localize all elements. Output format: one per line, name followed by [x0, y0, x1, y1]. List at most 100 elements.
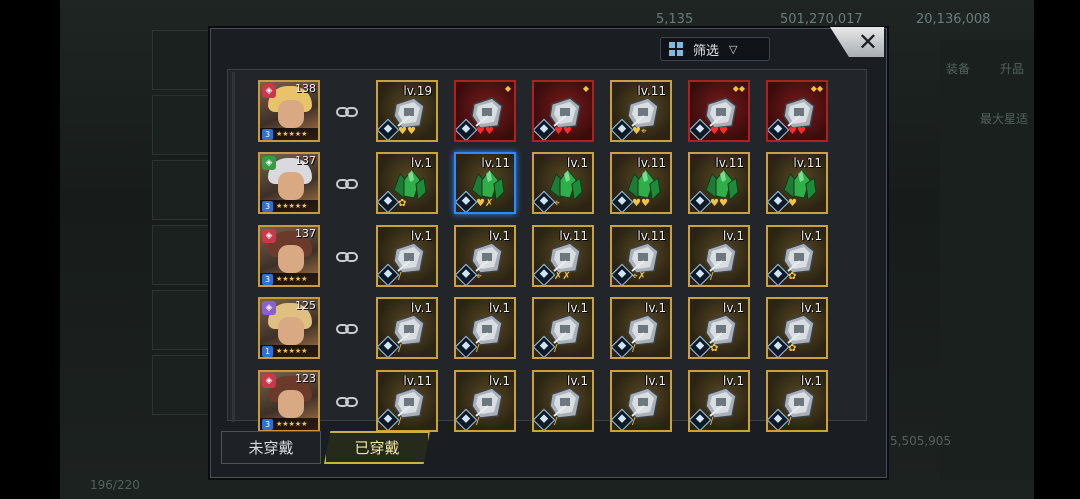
set-bonus-icons: / [710, 416, 714, 427]
equipment-slot[interactable]: lv.11 ⌖✗ [610, 225, 672, 287]
set-bonus-icons: ✿ [710, 343, 719, 354]
slot-type-mark [617, 124, 627, 133]
equipment-slot[interactable]: lv.1 / [766, 370, 828, 432]
slot-level: lv.1 [411, 301, 432, 315]
slot-level: lv.19 [403, 84, 432, 98]
slot-level: lv.11 [637, 156, 666, 170]
hero-level: 125 [295, 299, 316, 312]
set-bonus-icons: ⌖ [554, 198, 560, 209]
chain-link-icon[interactable] [336, 249, 358, 263]
close-icon: ✕ [857, 28, 878, 56]
equipment-slot[interactable]: lv.1 / [454, 370, 516, 432]
hero-stars-bar: 3 ★★★★★ [260, 128, 318, 140]
set-bonus-icons: / [398, 343, 402, 354]
scrollbar[interactable] [232, 72, 235, 422]
slot-type-mark [773, 341, 783, 350]
equipment-slot[interactable]: lv.1 ✿ [688, 297, 750, 359]
hero-stars-bar: 1 ★★★★★ [260, 345, 318, 357]
equipment-slot[interactable]: lv.1 / [376, 225, 438, 287]
slot-level: lv.1 [489, 229, 510, 243]
equipment-slot[interactable]: lv.11 ♥✗ [454, 152, 516, 214]
slot-type-mark [695, 341, 705, 350]
equipment-row: ◈ 125 1 ★★★★★ lv.1 / lv.1 / lv.1 / lv.1 / lv.1 ✿ lv.1 ✿ [258, 297, 838, 361]
hero-rank-badge: 1 [262, 345, 273, 357]
background-resource-2: 501,270,017 [780, 12, 863, 27]
armor-item-icon [393, 387, 425, 419]
equipment-slot[interactable]: lv.1 ⌖ [454, 225, 516, 287]
hero-face [278, 390, 304, 418]
hero-portrait[interactable]: ◈ 137 3 ★★★★★ [258, 152, 320, 214]
equipment-slot[interactable]: lv.1 / [376, 297, 438, 359]
equipment-slot[interactable]: lv.1 / [532, 297, 594, 359]
slot-level: lv.1 [489, 301, 510, 315]
hero-face [278, 245, 304, 273]
filter-dropdown[interactable]: 筛选 ▽ [660, 37, 770, 61]
slot-type-mark [617, 341, 627, 350]
gem-item-icon [549, 169, 583, 202]
equipment-slot[interactable]: lv.1 / [532, 370, 594, 432]
background-bottom-value: 5,505,905 [890, 434, 952, 448]
hero-portrait[interactable]: ◈ 125 1 ★★★★★ [258, 297, 320, 359]
slot-level: lv.1 [723, 301, 744, 315]
hero-level: 137 [295, 227, 316, 240]
slot-level: lv.11 [637, 229, 666, 243]
armor-item-icon [783, 314, 815, 346]
slot-level: lv.1 [411, 229, 432, 243]
armor-item-icon [783, 242, 815, 274]
right-letterbox [1034, 0, 1080, 499]
equipment-slot[interactable]: ◆ ♥♥ [454, 80, 516, 142]
gem-item-icon [783, 169, 817, 202]
equipment-slot[interactable]: lv.1 / [688, 370, 750, 432]
hero-face [278, 172, 304, 200]
set-bonus-icons: / [398, 271, 402, 282]
slot-type-mark [617, 414, 627, 423]
slot-type-mark [695, 196, 705, 205]
hero-portrait[interactable]: ◈ 137 3 ★★★★★ [258, 225, 320, 287]
background-resource-3: 20,136,008 [916, 12, 991, 27]
slot-level: lv.11 [715, 156, 744, 170]
equipment-slot[interactable]: ◆◆ ♥♥ [766, 80, 828, 142]
equipment-slot[interactable]: lv.1 / [610, 297, 672, 359]
equipment-slot[interactable]: ◆◆ ♥♥ [688, 80, 750, 142]
chain-link-icon[interactable] [336, 176, 358, 190]
armor-item-icon [471, 242, 503, 274]
equipment-slot[interactable]: lv.1 ✿ [766, 225, 828, 287]
set-bonus-icons: ♥♥ [398, 126, 416, 137]
set-bonus-icons: ⌖ [476, 271, 482, 282]
background-bottom-count: 196/220 [90, 478, 140, 492]
slot-type-mark [461, 414, 471, 423]
equipment-slot[interactable]: ◆ ♥♥ [532, 80, 594, 142]
equipment-slot[interactable]: lv.11 ♥♥ [688, 152, 750, 214]
equipment-row: ◈ 137 3 ★★★★★ lv.1 ✿ lv.11 ♥✗ lv.1 ⌖ lv.11 ♥♥ lv.11 ♥… [258, 152, 838, 216]
hero-portrait[interactable]: ◈ 123 3 ★★★★★ [258, 370, 320, 432]
equipment-slot[interactable]: lv.1 ⌖ [532, 152, 594, 214]
slot-level: lv.1 [645, 301, 666, 315]
equipment-slot[interactable]: lv.1 / [454, 297, 516, 359]
hero-portrait[interactable]: ◈ 138 3 ★★★★★ [258, 80, 320, 142]
slot-level: lv.11 [403, 374, 432, 388]
equipment-slot[interactable]: lv.11 ♥⌖ [610, 80, 672, 142]
equipment-slot[interactable]: lv.1 / [610, 370, 672, 432]
chain-link-icon[interactable] [336, 104, 358, 118]
slot-type-mark [695, 414, 705, 423]
chain-link-icon[interactable] [336, 321, 358, 335]
equipment-slot[interactable]: lv.11 ✗✗ [532, 225, 594, 287]
tab-unequipped[interactable]: 未穿戴 [221, 431, 321, 464]
slot-type-mark [773, 269, 783, 278]
slot-type-mark [383, 414, 393, 423]
equipment-slot[interactable]: lv.1 ✿ [766, 297, 828, 359]
set-bonus-icons: ✿ [788, 271, 797, 282]
tab-equipped[interactable]: 已穿戴 [324, 431, 430, 464]
equipment-slot[interactable]: lv.11 ♥♥ [610, 152, 672, 214]
equipment-slot[interactable]: lv.1 / [688, 225, 750, 287]
slot-type-mark [461, 124, 471, 133]
set-bonus-icons: ⌖✗ [632, 271, 647, 282]
equipment-slot[interactable]: lv.1 ✿ [376, 152, 438, 214]
chain-link-icon[interactable] [336, 394, 358, 408]
equipment-slot[interactable]: lv.19 ♥♥ [376, 80, 438, 142]
slot-level: lv.1 [801, 301, 822, 315]
slot-type-mark [539, 269, 549, 278]
equipment-slot[interactable]: lv.11 ♥ [766, 152, 828, 214]
hero-level: 137 [295, 154, 316, 167]
equipment-slot[interactable]: lv.11 / [376, 370, 438, 432]
